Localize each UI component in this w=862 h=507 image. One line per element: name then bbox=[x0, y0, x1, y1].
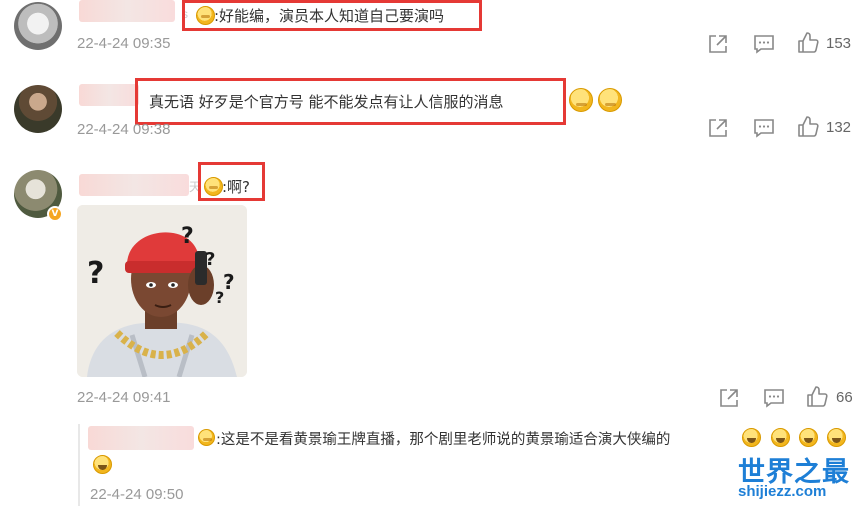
share-icon[interactable] bbox=[706, 116, 730, 140]
laugh-emoji-icon bbox=[799, 428, 818, 447]
watermark-url: shijiezz.com bbox=[738, 483, 827, 500]
share-icon[interactable] bbox=[717, 386, 741, 410]
comment-icon[interactable] bbox=[752, 32, 776, 56]
username-blurred[interactable] bbox=[88, 426, 194, 450]
comment-icon[interactable] bbox=[762, 386, 786, 410]
emoji-icon bbox=[204, 177, 223, 196]
like-icon[interactable] bbox=[796, 31, 820, 55]
svg-text:?: ? bbox=[223, 270, 235, 294]
username-blurred[interactable] bbox=[79, 174, 189, 196]
like-count: 153 bbox=[826, 35, 852, 52]
svg-text:?: ? bbox=[215, 288, 224, 307]
svg-text:?: ? bbox=[205, 249, 215, 270]
laugh-emoji-icon bbox=[93, 455, 112, 474]
user-avatar[interactable] bbox=[14, 85, 62, 133]
comment-time: 22-4-24 09:41 bbox=[77, 389, 171, 406]
reply-thread-line bbox=[78, 424, 80, 506]
like-icon[interactable] bbox=[805, 385, 829, 409]
laugh-emoji-icon bbox=[827, 428, 846, 447]
comment-text: :好能编，演员本人知道自己要演吗 bbox=[214, 7, 445, 25]
like-icon[interactable] bbox=[796, 115, 820, 139]
svg-text:?: ? bbox=[87, 256, 104, 291]
emoji-icon bbox=[569, 88, 593, 112]
like-count: 132 bbox=[826, 119, 852, 136]
laugh-emoji-icon bbox=[742, 428, 761, 447]
emoji-icon bbox=[198, 429, 215, 446]
comment-text: 真无语 好歹是个官方号 能不能发点有让人信服的消息 bbox=[149, 93, 504, 111]
reply-text: :这是不是看黄景瑜王牌直播，那个剧里老师说的黄景瑜适合演大侠编的 bbox=[216, 432, 671, 448]
emoji-icon bbox=[598, 88, 622, 112]
comment-image[interactable]: ? ? ? ? ? bbox=[77, 205, 247, 377]
verified-badge: V bbox=[47, 206, 63, 222]
comment-text: :啊? bbox=[222, 178, 251, 196]
reply-time: 22-4-24 09:50 bbox=[90, 486, 184, 503]
share-icon[interactable] bbox=[706, 32, 730, 56]
emoji-icon bbox=[196, 6, 215, 25]
username-blurred[interactable] bbox=[79, 84, 139, 106]
svg-text:?: ? bbox=[181, 224, 194, 249]
like-count: 66 bbox=[836, 389, 853, 406]
comment-time: 22-4-24 09:38 bbox=[77, 121, 171, 138]
comment-time: 22-4-24 09:35 bbox=[77, 35, 171, 52]
laugh-emoji-icon bbox=[771, 428, 790, 447]
user-avatar[interactable] bbox=[14, 2, 62, 50]
comment-icon[interactable] bbox=[752, 116, 776, 140]
username-blurred[interactable] bbox=[79, 0, 175, 22]
